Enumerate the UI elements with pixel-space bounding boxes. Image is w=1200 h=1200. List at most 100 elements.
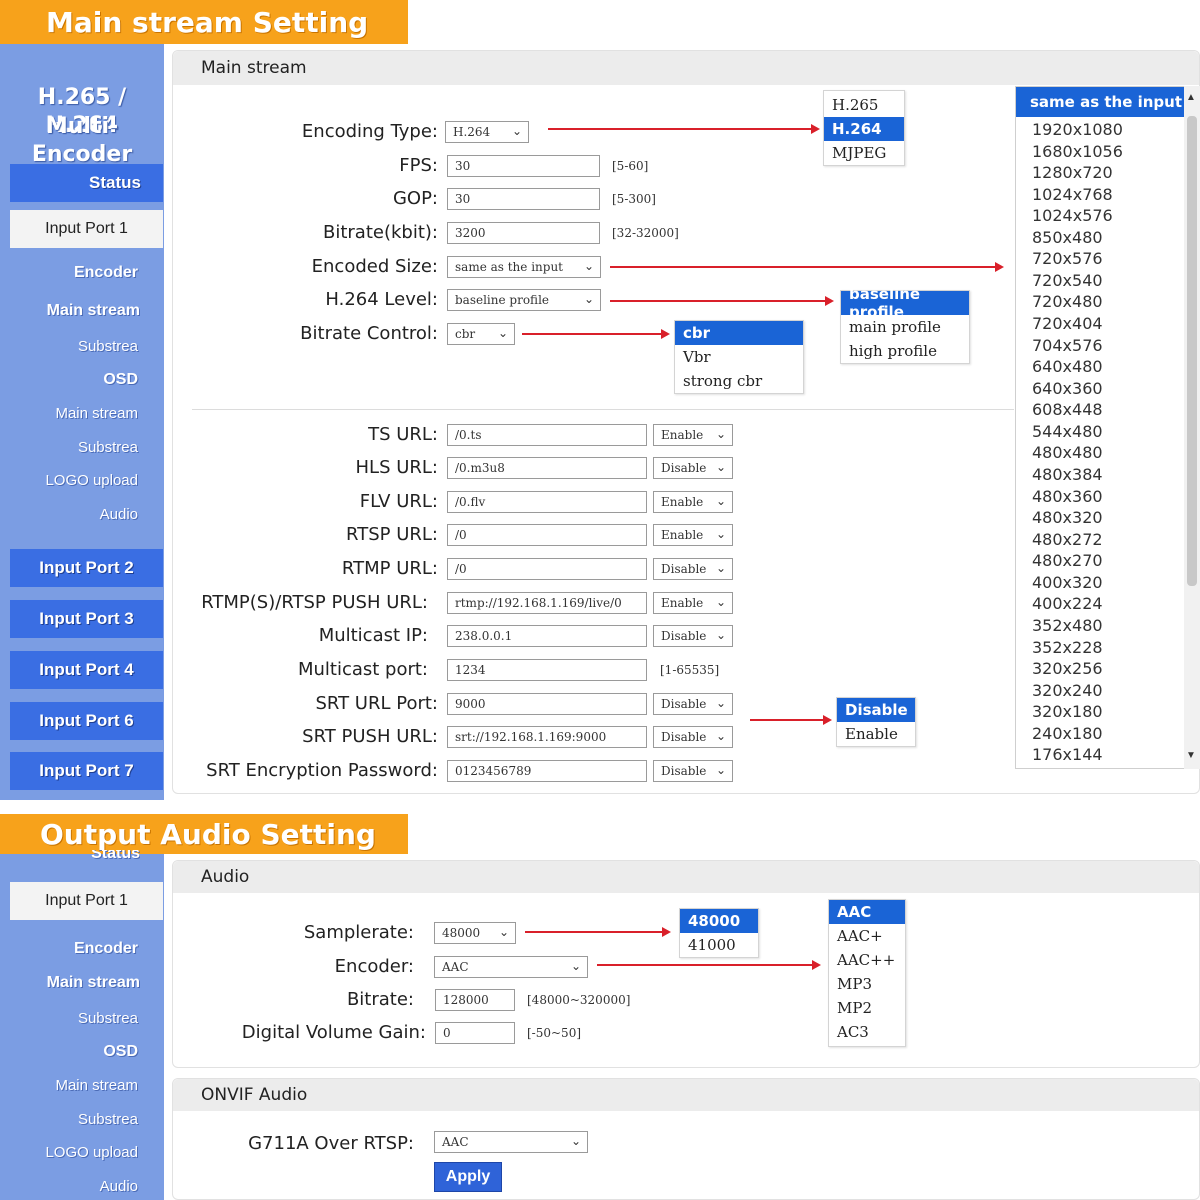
encoding-type-select[interactable]: H.264 ⌄ [445, 121, 529, 143]
resolution-item[interactable]: 640x480 [1032, 357, 1103, 376]
resolution-item[interactable]: 400x320 [1032, 573, 1103, 592]
resolution-item[interactable]: 176x144 [1032, 745, 1103, 764]
encoding-option-mjpeg[interactable]: MJPEG [824, 141, 904, 165]
nav-audio[interactable]: Audio [10, 506, 138, 523]
nav-encoder-bottom[interactable]: Encoder [20, 940, 138, 958]
scroll-down-icon[interactable]: ▼ [1186, 750, 1196, 761]
nav-input-port-1[interactable]: Input Port 1 [10, 210, 163, 248]
samplerate-select[interactable]: 48000 ⌄ [434, 922, 516, 944]
profile-option-high[interactable]: high profile [841, 339, 969, 363]
nav-osd-bottom[interactable]: OSD [10, 1043, 138, 1061]
resolution-item[interactable]: 320x240 [1032, 681, 1103, 700]
srt-option-disable[interactable]: Disable [837, 698, 915, 722]
nav-status-bottom[interactable]: Status [10, 850, 140, 864]
nav-encoder[interactable]: Encoder [20, 264, 138, 282]
nav-osd-main-stream[interactable]: Main stream [10, 405, 138, 422]
encoding-option-h264[interactable]: H.264 [824, 117, 904, 141]
audio-encoder-option-aac-plus[interactable]: AAC+ [829, 924, 905, 948]
audio-bitrate-input[interactable]: 128000 [435, 989, 515, 1011]
samplerate-option-41000[interactable]: 41000 [680, 933, 758, 957]
srt-password-state-select[interactable]: Disable ⌄ [653, 760, 733, 782]
nav-logo-upload[interactable]: LOGO upload [10, 472, 138, 489]
bitrate-control-option-vbr[interactable]: Vbr [675, 345, 803, 369]
nav-osd-substream-bottom[interactable]: Substrea [10, 1111, 138, 1128]
audio-encoder-option-aac[interactable]: AAC [829, 900, 905, 924]
apply-button[interactable]: Apply [434, 1162, 502, 1192]
nav-input-port-1-bottom[interactable]: Input Port 1 [10, 882, 163, 920]
resolution-item[interactable]: 720x540 [1032, 271, 1103, 290]
nav-input-port-2[interactable]: Input Port 2 [10, 549, 163, 587]
resolution-item[interactable]: 1680x1056 [1032, 142, 1123, 161]
nav-substream[interactable]: Substrea [10, 338, 138, 355]
nav-osd-substream[interactable]: Substrea [10, 439, 138, 456]
hls-url-input[interactable]: /0.m3u8 [447, 457, 647, 479]
resolution-item[interactable]: 608x448 [1032, 400, 1103, 419]
resolution-item[interactable]: 640x360 [1032, 379, 1103, 398]
ts-url-state-select[interactable]: Enable ⌄ [653, 424, 733, 446]
multicast-port-input[interactable]: 1234 [447, 659, 647, 681]
nav-substream-bottom[interactable]: Substrea [10, 1010, 138, 1027]
volume-gain-input[interactable]: 0 [435, 1022, 515, 1044]
resolution-item[interactable]: 480x272 [1032, 530, 1103, 549]
audio-encoder-option-mp2[interactable]: MP2 [829, 996, 905, 1020]
resolution-item[interactable]: 704x576 [1032, 336, 1103, 355]
push-url-input[interactable]: rtmp://192.168.1.169/live/0 [447, 592, 647, 614]
resolution-item[interactable]: 1024x576 [1032, 206, 1113, 225]
srt-password-input[interactable]: 0123456789 [447, 760, 647, 782]
ts-url-input[interactable]: /0.ts [447, 424, 647, 446]
resolution-list[interactable]: same as the input 1920x1080 1680x1056 12… [1015, 86, 1200, 769]
bitrate-control-option-strong-cbr[interactable]: strong cbr [675, 369, 803, 393]
scrollbar-thumb[interactable] [1187, 116, 1197, 586]
push-url-state-select[interactable]: Enable ⌄ [653, 592, 733, 614]
nav-status[interactable]: Status [10, 164, 163, 202]
fps-input[interactable]: 30 [447, 155, 600, 177]
nav-logo-upload-bottom[interactable]: LOGO upload [10, 1144, 138, 1161]
resolution-selected[interactable]: same as the input [1016, 87, 1184, 117]
resolution-item[interactable]: 850x480 [1032, 228, 1103, 247]
resolution-item[interactable]: 720x404 [1032, 314, 1103, 333]
samplerate-option-48000[interactable]: 48000 [680, 909, 758, 933]
multicast-ip-state-select[interactable]: Disable ⌄ [653, 625, 733, 647]
g711a-select[interactable]: AAC ⌄ [434, 1131, 588, 1153]
nav-main-stream[interactable]: Main stream [10, 302, 140, 320]
nav-main-stream-bottom[interactable]: Main stream [10, 974, 140, 992]
flv-url-input[interactable]: /0.flv [447, 491, 647, 513]
resolution-item[interactable]: 480x320 [1032, 508, 1103, 527]
nav-osd-main-stream-bottom[interactable]: Main stream [10, 1077, 138, 1094]
resolution-item[interactable]: 240x180 [1032, 724, 1103, 743]
bitrate-control-option-cbr[interactable]: cbr [675, 321, 803, 345]
audio-encoder-select[interactable]: AAC ⌄ [434, 956, 588, 978]
resolution-item[interactable]: 320x256 [1032, 659, 1103, 678]
resolution-item[interactable]: 1024x768 [1032, 185, 1113, 204]
resolution-item[interactable]: 480x384 [1032, 465, 1103, 484]
nav-input-port-4[interactable]: Input Port 4 [10, 651, 163, 689]
nav-input-port-3[interactable]: Input Port 3 [10, 600, 163, 638]
resolution-item[interactable]: 400x224 [1032, 594, 1103, 613]
resolution-item[interactable]: 352x480 [1032, 616, 1103, 635]
nav-audio-bottom[interactable]: Audio [10, 1178, 138, 1195]
audio-encoder-option-ac3[interactable]: AC3 [829, 1020, 905, 1044]
resolution-item[interactable]: 720x480 [1032, 292, 1103, 311]
flv-url-state-select[interactable]: Enable ⌄ [653, 491, 733, 513]
audio-encoder-option-aac-plus-plus[interactable]: AAC++ [829, 948, 905, 972]
resolution-item[interactable]: 352x228 [1032, 638, 1103, 657]
bitrate-control-select[interactable]: cbr ⌄ [447, 323, 515, 345]
h264-level-select[interactable]: baseline profile ⌄ [447, 289, 601, 311]
bitrate-input[interactable]: 3200 [447, 222, 600, 244]
profile-option-baseline[interactable]: baseline profile [841, 285, 969, 321]
resolution-item[interactable]: 720x576 [1032, 249, 1103, 268]
resolution-item[interactable]: 480x480 [1032, 443, 1103, 462]
rtmp-url-input[interactable]: /0 [447, 558, 647, 580]
rtmp-url-state-select[interactable]: Disable ⌄ [653, 558, 733, 580]
hls-url-state-select[interactable]: Disable ⌄ [653, 457, 733, 479]
scroll-up-icon[interactable]: ▲ [1186, 92, 1196, 103]
rtsp-url-input[interactable]: /0 [447, 524, 647, 546]
resolution-item[interactable]: 544x480 [1032, 422, 1103, 441]
resolution-item[interactable]: 480x360 [1032, 487, 1103, 506]
resolution-scrollbar[interactable]: ▲ ▼ [1184, 86, 1200, 769]
resolution-item[interactable]: 480x270 [1032, 551, 1103, 570]
resolution-item[interactable]: 320x180 [1032, 702, 1103, 721]
nav-input-port-6[interactable]: Input Port 6 [10, 702, 163, 740]
resolution-item[interactable]: 1920x1080 [1032, 120, 1123, 139]
encoded-size-select[interactable]: same as the input ⌄ [447, 256, 601, 278]
